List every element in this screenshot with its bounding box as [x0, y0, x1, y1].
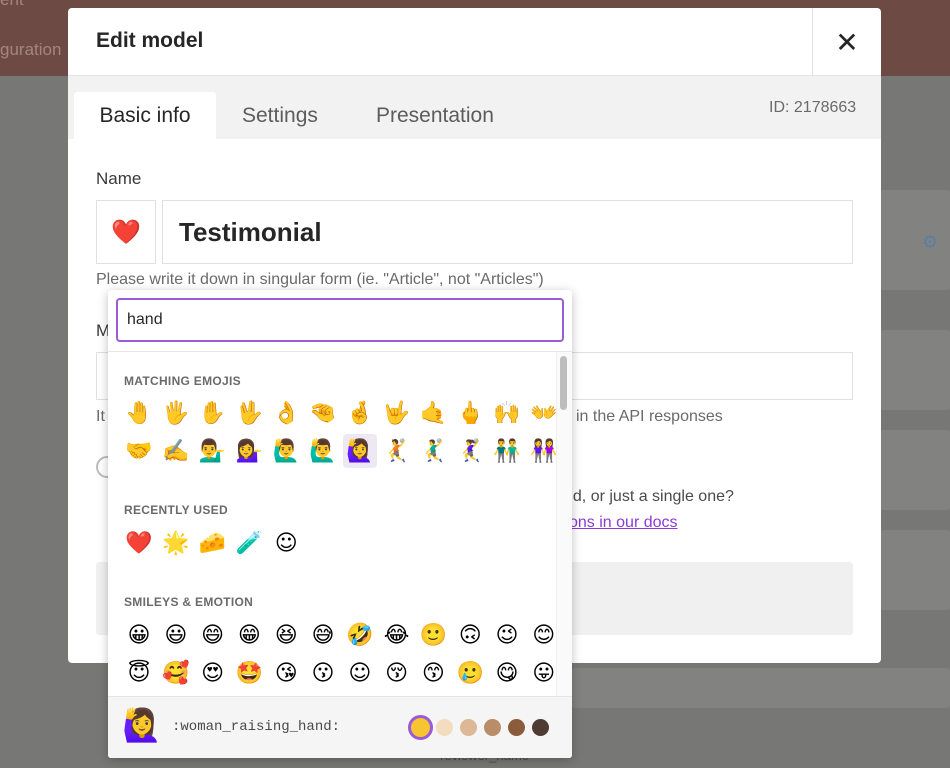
background-card — [572, 668, 950, 708]
skin-tone-swatch[interactable] — [484, 719, 501, 736]
picker-footer: 🙋‍♀️ :woman_raising_hand: — [108, 696, 572, 758]
emoji-option[interactable]: 🤝 — [122, 434, 156, 468]
emoji-option[interactable]: 🙋‍♂️ — [306, 434, 340, 468]
emoji-option[interactable]: 😃 — [159, 618, 193, 652]
background-card — [880, 430, 950, 510]
modal-title: Edit model — [96, 29, 204, 52]
emoji-option[interactable]: 🥰 — [159, 656, 193, 690]
emoji-grid-smileys: 😀 😃 😄 😁 😆 😅 🤣 😂 🙂 🙃 😉 😊 😇 🥰 😍 🤩 😘 😗 ☺ 😚 😙 🥲 😋 😛 — [122, 618, 556, 690]
scrollbar-thumb[interactable] — [560, 356, 567, 410]
skin-tone-swatch[interactable] — [532, 719, 549, 736]
tab-presentation[interactable]: Presentation — [376, 92, 494, 139]
gear-icon: ⚙ — [922, 232, 939, 252]
emoji-option[interactable]: ☺ — [269, 526, 303, 560]
modal-header: Edit model ✕ — [68, 8, 881, 76]
emoji-option[interactable]: 🤞 — [343, 396, 377, 430]
background-card — [880, 530, 950, 610]
preview-emoji: 🙋‍♀️ — [122, 707, 162, 743]
emoji-option[interactable]: 🤾 — [380, 434, 414, 468]
emoji-option[interactable]: 💁‍♂️ — [196, 434, 230, 468]
emoji-option[interactable]: ✍️ — [159, 434, 193, 468]
emoji-option[interactable]: 😙 — [416, 656, 450, 690]
singleton-question: nd, or just a single one? — [564, 488, 734, 505]
emoji-option[interactable]: ☺ — [343, 656, 377, 690]
name-hint: Please write it down in singular form (i… — [96, 271, 544, 288]
emoji-option[interactable]: 👬 — [490, 434, 524, 468]
emoji-option[interactable]: 👐 — [527, 396, 556, 430]
tab-settings[interactable]: Settings — [242, 92, 318, 139]
emoji-option[interactable]: 😇 — [122, 656, 156, 690]
skin-tone-swatch[interactable] — [436, 719, 453, 736]
tab-bar: Basic info Settings Presentation ID: 217… — [68, 76, 881, 139]
emoji-option[interactable]: 🖐 — [159, 396, 193, 430]
name-input[interactable]: Testimonial — [162, 200, 853, 264]
skin-tone-swatch[interactable] — [508, 719, 525, 736]
emoji-option[interactable]: 😍 — [196, 656, 230, 690]
section-title-matching: MATCHING EMOJIS — [124, 374, 241, 388]
background-card — [880, 330, 950, 410]
emoji-option[interactable]: 😚 — [380, 656, 414, 690]
emoji-option[interactable]: 🖕 — [453, 396, 487, 430]
emoji-option[interactable]: 🧪 — [232, 526, 266, 560]
background-header-text: ent — [0, 0, 24, 10]
close-button[interactable]: ✕ — [812, 8, 881, 76]
emoji-option[interactable]: 🤙 — [416, 396, 450, 430]
emoji-option[interactable]: ✋ — [196, 396, 230, 430]
section-title-smileys: SMILEYS & EMOTION — [124, 595, 254, 609]
emoji-option[interactable]: 🥲 — [453, 656, 487, 690]
emoji-option[interactable]: 🧀 — [196, 526, 230, 560]
section-title-recent: RECENTLY USED — [124, 503, 228, 517]
emoji-option[interactable]: ❤️ — [122, 526, 156, 560]
api-key-hint-start: It — [96, 408, 105, 425]
emoji-option[interactable]: 👭 — [527, 434, 556, 468]
skin-tone-swatch[interactable] — [460, 719, 477, 736]
emoji-grid-matching: 🤚 🖐 ✋ 🖖 👌 🤏 🤞 🤟 🤙 🖕 🙌 👐 🤝 ✍️ 💁‍♂️ 💁‍♀️ 🙋‍♂️ 🙋‍♂️ 🙋‍♀️ 🤾 🤾‍♂️… — [122, 396, 556, 468]
background-card — [880, 190, 950, 290]
emoji-option[interactable]: 😂 — [380, 618, 414, 652]
emoji-option[interactable]: 🤣 — [343, 618, 377, 652]
emoji-option[interactable]: 🙌 — [490, 396, 524, 430]
emoji-option[interactable]: 🙋‍♂️ — [269, 434, 303, 468]
emoji-option[interactable]: 🖖 — [232, 396, 266, 430]
emoji-option[interactable]: 💁‍♀️ — [232, 434, 266, 468]
emoji-option[interactable]: 😛 — [527, 656, 556, 690]
emoji-option[interactable]: 😘 — [269, 656, 303, 690]
emoji-option[interactable]: 👌 — [269, 396, 303, 430]
emoji-option[interactable]: 🤏 — [306, 396, 340, 430]
emoji-option[interactable]: 😋 — [490, 656, 524, 690]
emoji-grid-recent: ❤️ 🌟 🧀 🧪 ☺ — [122, 526, 556, 560]
emoji-option[interactable]: 🤾‍♀️ — [453, 434, 487, 468]
emoji-option[interactable]: 🙃 — [453, 618, 487, 652]
emoji-option[interactable]: 😁 — [232, 618, 266, 652]
emoji-option[interactable]: 😉 — [490, 618, 524, 652]
background-nav-text: guration — [0, 40, 62, 59]
emoji-picker: hand MATCHING EMOJIS 🤚 🖐 ✋ 🖖 👌 🤏 🤞 🤟 🤙 🖕 🙌 👐 🤝 ✍️ 💁‍♂️… — [108, 290, 572, 758]
emoji-option[interactable]: 😀 — [122, 618, 156, 652]
emoji-option[interactable]: 😆 — [269, 618, 303, 652]
emoji-option[interactable]: 🤾‍♂️ — [416, 434, 450, 468]
model-emoji-button[interactable]: ❤️ — [96, 200, 156, 264]
emoji-list: MATCHING EMOJIS 🤚 🖐 ✋ 🖖 👌 🤏 🤞 🤟 🤙 🖕 🙌 👐 🤝 ✍️ 💁‍♂️ 💁‍♀️ 🙋… — [108, 352, 556, 696]
preview-shortcode: :woman_raising_hand: — [172, 719, 341, 735]
emoji-option[interactable]: 🙂 — [416, 618, 450, 652]
emoji-option[interactable]: 😅 — [306, 618, 340, 652]
api-key-hint-end: in the API responses — [576, 408, 723, 425]
emoji-option[interactable]: 🙋‍♀️ — [342, 434, 377, 468]
emoji-option[interactable]: 🤟 — [380, 396, 414, 430]
emoji-option[interactable]: 🤩 — [232, 656, 266, 690]
skin-tone-swatch[interactable] — [408, 715, 433, 740]
emoji-option[interactable]: 🤚 — [122, 396, 156, 430]
emoji-option[interactable]: 😊 — [527, 618, 556, 652]
name-label: Name — [96, 169, 142, 188]
tab-basic-info[interactable]: Basic info — [74, 92, 216, 139]
emoji-search-input[interactable]: hand — [116, 298, 564, 342]
close-icon: ✕ — [835, 26, 859, 58]
emoji-option[interactable]: 🌟 — [159, 526, 193, 560]
emoji-option[interactable]: 😄 — [196, 618, 230, 652]
emoji-option[interactable]: 😗 — [306, 656, 340, 690]
model-id: ID: 2178663 — [769, 99, 857, 116]
docs-link[interactable]: ons in our docs — [569, 514, 678, 532]
